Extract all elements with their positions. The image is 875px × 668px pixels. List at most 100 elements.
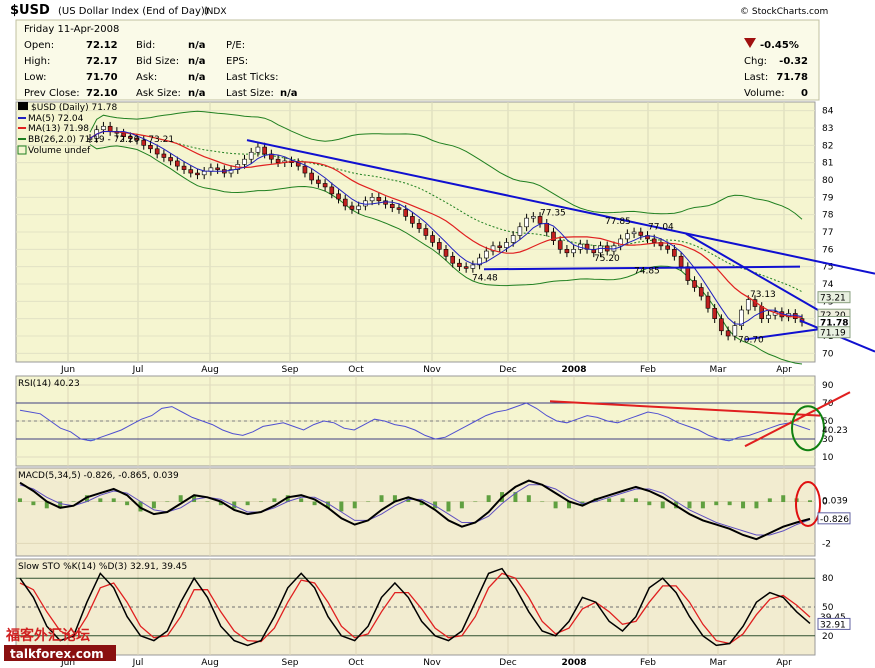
- last-value: 71.78: [776, 72, 808, 83]
- macd-histogram-bar: [18, 498, 22, 503]
- price-candle: [148, 145, 153, 150]
- price-candle: [215, 167, 220, 170]
- rsi-tick-label: 90: [822, 381, 834, 391]
- price-annotation: 74.48: [472, 273, 498, 283]
- price-candle: [665, 245, 670, 250]
- price-candle: [201, 171, 207, 176]
- price-candle: [154, 148, 160, 155]
- macd-histogram-bar: [178, 495, 183, 503]
- price-candle: [329, 186, 335, 195]
- x-tick-label: Aug: [201, 658, 219, 668]
- y-tick-label: 77: [822, 228, 833, 238]
- price-candle: [423, 228, 429, 236]
- macd-histogram-bar: [272, 498, 277, 503]
- macd-histogram-bar: [700, 501, 705, 509]
- x-tick-label: Nov: [423, 365, 441, 375]
- price-candle: [188, 169, 194, 174]
- x-tick-label: Aug: [201, 365, 219, 375]
- price-candle: [470, 264, 476, 269]
- macd-histogram-bar: [754, 501, 759, 509]
- price-candle: [685, 266, 691, 281]
- x-tick-label: Jul: [132, 658, 144, 668]
- quote-date: Friday 11-Apr-2008: [24, 24, 119, 35]
- macd-histogram-bar: [647, 501, 652, 506]
- last-size-value: n/a: [280, 88, 298, 99]
- x-tick-label: 2008: [561, 658, 586, 668]
- macd-histogram-bar: [98, 498, 103, 503]
- price-candle: [672, 249, 677, 257]
- price-candle: [625, 233, 630, 240]
- copyright: © StockCharts.com: [740, 7, 828, 17]
- price-candle: [436, 242, 442, 250]
- macd-histogram-bar: [553, 501, 558, 509]
- chart-canvas: $USD (US Dollar Index (End of Day)) INDX…: [4, 3, 875, 668]
- price-candle: [389, 203, 395, 209]
- price-annotation: 73.13: [750, 290, 776, 300]
- price-candle: [416, 223, 422, 229]
- price-candle: [107, 125, 113, 132]
- macd-histogram-bar: [781, 495, 786, 503]
- price-candle: [195, 172, 200, 176]
- macd-tick-label: -2: [822, 539, 831, 549]
- price-candle: [524, 217, 529, 228]
- last-ticks-label: Last Ticks:: [226, 72, 278, 83]
- price-candle: [463, 266, 469, 269]
- ask-label: Ask:: [136, 72, 157, 83]
- y-tick-label: 79: [822, 193, 834, 203]
- x-tick-label: Mar: [710, 365, 727, 375]
- exchange-label: INDX: [204, 7, 226, 17]
- macd-histogram-bar: [339, 501, 344, 512]
- price-candle: [450, 255, 456, 264]
- price-candle: [175, 160, 180, 167]
- price-candle: [557, 240, 563, 250]
- price-candle: [497, 245, 503, 248]
- price-annotation: 70.70: [738, 336, 764, 346]
- price-candle: [316, 179, 321, 184]
- y-tick-label: 78: [822, 211, 834, 221]
- low-label: Low:: [24, 72, 47, 83]
- price-candle: [571, 249, 576, 254]
- price-candle: [101, 125, 106, 131]
- x-tick-label: Oct: [348, 658, 364, 668]
- sto-tick-label: 20: [822, 632, 834, 642]
- open-value: 72.12: [86, 40, 118, 51]
- price-candle: [719, 318, 724, 332]
- price-candle: [443, 249, 449, 257]
- macd-histogram-bar: [486, 495, 491, 503]
- price-candle: [732, 325, 738, 337]
- price-annotation: 77.04: [648, 222, 674, 232]
- macd-histogram-bar: [607, 498, 612, 503]
- legend-price: $USD (Daily) 71.78: [31, 103, 118, 113]
- x-tick-label: Oct: [348, 365, 364, 375]
- x-tick-label: Sep: [282, 365, 299, 375]
- price-candle: [396, 207, 402, 210]
- watermark-cn: 福客外汇论坛: [5, 627, 90, 644]
- price-annotation: 74.85: [634, 266, 660, 276]
- macd-histogram-bar: [352, 501, 357, 509]
- rsi-right-label: 40.23: [822, 426, 848, 436]
- sto-right-label: 32.91: [820, 620, 846, 630]
- price-candle: [161, 153, 167, 158]
- macd-histogram-bar: [111, 498, 116, 503]
- legend-bb: BB(26,2.0) 71.19 - 72.20 - 73.21: [28, 135, 174, 145]
- x-tick-label: Jun: [60, 365, 75, 375]
- last-label: Last:: [744, 72, 768, 83]
- macd-histogram-bar: [366, 501, 371, 503]
- price-candle: [745, 299, 751, 311]
- high-value: 72.17: [86, 56, 118, 67]
- price-candle: [457, 262, 462, 267]
- macd-histogram-bar: [620, 498, 625, 503]
- last-size-label: Last Size:: [226, 88, 274, 99]
- macd-right-label: 0.039: [822, 497, 848, 507]
- price-candle: [698, 287, 704, 297]
- price-candle: [692, 280, 697, 288]
- watermark-url: talkforex.com: [10, 647, 104, 661]
- y-tick-label: 74: [822, 280, 834, 290]
- macd-histogram-bar: [540, 501, 545, 503]
- price-annotation: 77.35: [540, 208, 566, 218]
- macd-histogram-bar: [165, 501, 170, 503]
- legend-ma13: MA(13) 71.98: [28, 124, 89, 134]
- price-candle: [517, 226, 523, 236]
- price-candle: [564, 249, 570, 254]
- prev-close-value: 72.10: [86, 88, 118, 99]
